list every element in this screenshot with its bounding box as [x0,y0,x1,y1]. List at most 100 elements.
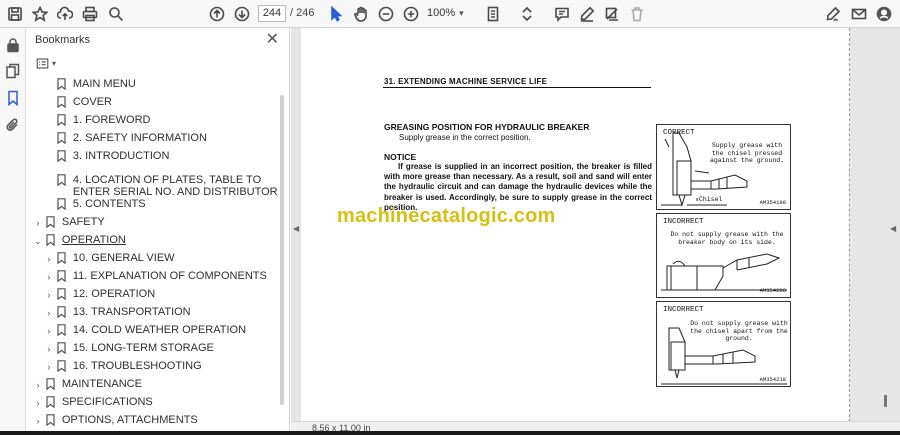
hand-tool-icon[interactable] [352,4,370,24]
page-fit-icon[interactable] [482,4,504,24]
section-heading: GREASING POSITION FOR HYDRAULIC BREAKER [384,122,590,132]
bookmark-item[interactable]: › 16. TROUBLESHOOTING [27,360,279,373]
bookmark-flag-icon [46,216,56,229]
instruction-text: Supply grease in the correct position. [399,133,531,142]
watermark-text: machinecatalogic.com [337,205,556,227]
bookmarks-title: Bookmarks [35,34,91,46]
bookmark-flag-icon [57,342,67,355]
bookmark-label: SPECIFICATIONS [61,396,153,408]
bottom-edge [0,431,900,435]
figure-note: Do not supply grease with the breaker bo… [670,231,784,246]
page-number-input[interactable]: 244 [258,5,286,22]
sign-pen-icon[interactable] [824,4,842,24]
bookmark-item[interactable]: › 12. OPERATION [27,288,279,301]
bookmark-star-icon[interactable] [31,4,49,24]
bookmark-label: 11. EXPLANATION OF COMPONENTS [72,270,267,282]
page-edge-guide [849,28,850,427]
zoom-level-select[interactable]: 100% ▾ [427,5,475,22]
bookmark-item[interactable]: › 14. COLD WEATHER OPERATION [27,324,279,337]
comment-icon[interactable] [553,4,571,24]
bookmark-item[interactable]: › OPTIONS, ATTACHMENTS [27,414,279,427]
chevron-right-icon[interactable]: › [33,415,43,427]
scroll-mode-icon[interactable] [518,4,536,24]
print-icon[interactable] [81,4,99,24]
zoom-search-icon[interactable] [107,4,125,24]
lock-icon[interactable] [5,37,21,53]
bookmark-label: 15. LONG-TERM STORAGE [72,342,214,354]
main-toolbar: 244 / 246 100% ▾ [0,0,900,28]
chevron-right-icon[interactable]: › [33,217,43,229]
mail-icon[interactable] [850,4,868,24]
document-scrollbar[interactable] [884,395,887,407]
bookmark-item[interactable]: ⌄ OPERATION [27,234,279,247]
notice-title: NOTICE [384,152,417,162]
bookmark-label: 16. TROUBLESHOOTING [72,360,202,372]
figure-code: AM354198 [759,199,786,206]
chevron-right-icon[interactable]: › [33,397,43,409]
chevron-right-icon[interactable]: › [44,271,54,283]
bookmark-options-button[interactable]: ▾ [36,55,56,71]
chevron-right-icon[interactable]: › [44,361,54,373]
attachment-paperclip-icon[interactable] [5,117,21,133]
delete-trash-icon[interactable] [628,4,646,24]
bookmark-flag-icon [57,78,67,91]
figure-incorrect-side: INCORRECT Do not supply grease with the … [656,213,791,298]
bookmark-item[interactable]: › 15. LONG-TERM STORAGE [27,342,279,355]
select-cursor-icon[interactable] [327,4,345,24]
bookmarks-panel-icon[interactable] [5,90,21,107]
bookmark-item[interactable]: › 13. TRANSPORTATION [27,306,279,319]
bookmark-flag-icon [57,132,67,145]
figure-note: Do not supply grease with the chisel apa… [690,320,788,342]
bookmarks-panel: Bookmarks ✕ ▾ MAIN MENU COVER 1. FOREWORD 2… [27,28,290,435]
collapse-panel-arrow-icon[interactable]: ◀ [293,224,299,233]
bookmark-flag-icon [57,306,67,319]
upload-cloud-icon[interactable] [56,4,74,24]
bookmark-flag-icon [46,378,56,391]
bookmark-item[interactable]: › SAFETY [27,216,279,229]
bookmark-item[interactable]: 2. SAFETY INFORMATION [27,132,279,145]
bookmark-label: COVER [72,96,112,108]
bookmark-item[interactable]: 3. INTRODUCTION [27,150,279,163]
zoom-in-icon[interactable] [402,4,420,24]
account-icon[interactable] [875,4,893,24]
page-thumbnails-icon[interactable] [5,63,21,79]
expand-right-panel-arrow-icon[interactable]: ◀ [890,224,896,233]
bookmark-flag-icon [57,96,67,109]
bookmark-item[interactable]: › 11. EXPLANATION OF COMPONENTS [27,270,279,283]
chevron-down-icon[interactable]: ⌄ [33,235,43,247]
bookmark-flag-icon [57,270,67,283]
bookmark-flag-icon [57,360,67,373]
zoom-out-icon[interactable] [377,4,395,24]
bookmark-label: 3. INTRODUCTION [72,150,170,162]
highlight-pen-icon[interactable] [578,4,596,24]
bookmark-item[interactable]: 1. FOREWORD [27,114,279,127]
bookmark-item[interactable]: 5. CONTENTS [27,198,279,211]
chevron-right-icon[interactable]: › [33,379,43,391]
chevron-right-icon[interactable]: › [44,307,54,319]
eraser-icon[interactable] [603,4,621,24]
bookmark-item[interactable]: › MAINTENANCE [27,378,279,391]
figure-caption: INCORRECT [663,306,704,314]
next-page-icon[interactable] [233,4,251,24]
save-icon[interactable] [6,4,24,24]
bookmark-item[interactable]: › SPECIFICATIONS [27,396,279,409]
bookmark-item[interactable]: › 10. GENERAL VIEW [27,252,279,265]
bookmark-item[interactable]: COVER [27,96,279,109]
bookmark-item[interactable]: 4. LOCATION OF PLATES, TABLE TO ENTER SE… [27,174,279,198]
figure-incorrect-raised: INCORRECT Do not supply grease with the … [656,301,791,387]
close-icon[interactable]: ✕ [266,29,279,49]
bookmark-label: MAINTENANCE [61,378,142,390]
chevron-right-icon[interactable]: › [44,253,54,265]
figure-caption: CORRECT [663,129,695,137]
bookmark-label: SAFETY [61,216,105,228]
bookmark-item[interactable]: MAIN MENU [27,78,279,91]
bookmark-flag-icon [46,396,56,409]
bookmark-flag-icon [46,234,56,247]
chevron-right-icon[interactable]: › [44,325,54,337]
bookmarks-scrollbar[interactable] [280,95,284,405]
bookmark-label: OPERATION [61,234,126,246]
previous-page-icon[interactable] [208,4,226,24]
bookmark-label: 10. GENERAL VIEW [72,252,175,264]
chevron-right-icon[interactable]: › [44,343,54,355]
chevron-right-icon[interactable]: › [44,289,54,301]
